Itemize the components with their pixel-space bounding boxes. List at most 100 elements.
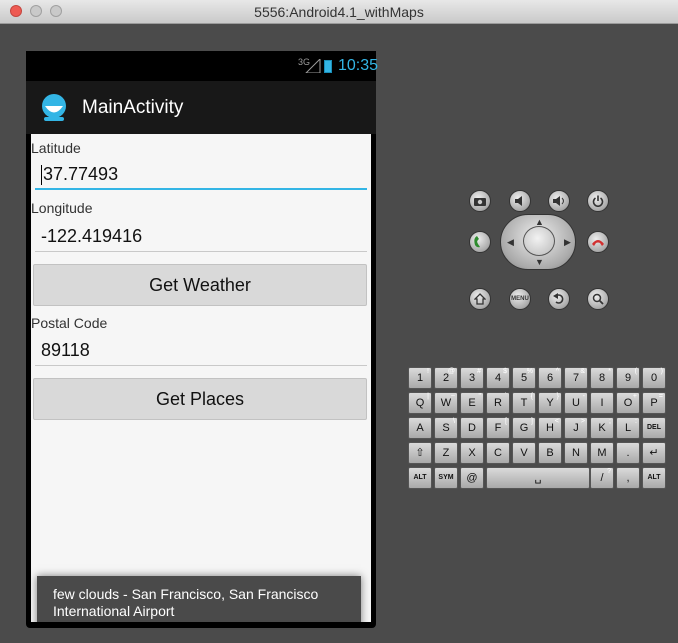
key-label: Y	[546, 397, 554, 409]
key-row4-8[interactable]: .	[616, 442, 640, 464]
key-sym[interactable]: SYM	[434, 467, 458, 489]
key-row2-1[interactable]: W ~	[434, 392, 458, 414]
key-row4-7[interactable]: M	[590, 442, 614, 464]
volume-up-icon	[553, 196, 564, 206]
key-alt-label: <	[554, 418, 559, 425]
key-label: R	[494, 397, 502, 409]
key-space[interactable]: ␣	[486, 467, 590, 489]
key-row3-0[interactable]: A	[408, 417, 432, 439]
key-label: Z	[442, 447, 450, 459]
key-alt-label: &	[580, 368, 585, 375]
volume-down-icon	[515, 196, 522, 206]
key-row4-5[interactable]: B	[538, 442, 562, 464]
key-row1-0[interactable]: 1!	[408, 367, 432, 389]
key-row2-8[interactable]: O +	[616, 392, 640, 414]
latitude-field[interactable]: 37.77493	[35, 160, 367, 190]
key-row2-4[interactable]: T{	[512, 392, 536, 414]
key-row1-9[interactable]: 0)	[642, 367, 666, 389]
key-row2-5[interactable]: Y}	[538, 392, 562, 414]
key-row2-7[interactable]: I	[590, 392, 614, 414]
back-button[interactable]	[548, 288, 570, 310]
key-label: T	[520, 397, 528, 409]
key-row1-7[interactable]: 8 *	[590, 367, 614, 389]
key-alt-label: $	[503, 368, 507, 375]
key-alt-right[interactable]: ALT	[642, 467, 666, 489]
dpad-center-button[interactable]	[523, 226, 555, 256]
key-label: A	[416, 422, 424, 434]
key-alt-label: {	[530, 393, 533, 400]
key-label: 0	[650, 372, 658, 384]
window-titlebar: 5556:Android4.1_withMaps	[0, 0, 678, 24]
key-row4-9[interactable]: ↵	[642, 442, 666, 464]
get-places-button[interactable]: Get Places	[33, 378, 367, 420]
key-alt-label: \	[453, 418, 455, 425]
postal-code-field[interactable]: 89118	[35, 336, 367, 366]
key-label: ALT	[647, 474, 661, 481]
key-label: ⇧	[415, 447, 425, 459]
key-row1-5[interactable]: 6 ^	[538, 367, 562, 389]
window-title: 5556:Android4.1_withMaps	[254, 4, 424, 20]
key-row1-6[interactable]: 7 &	[564, 367, 588, 389]
key-alt-label: -	[582, 393, 585, 400]
dpad-left-icon[interactable]: ◀	[507, 237, 514, 248]
menu-button[interactable]: MENU	[509, 288, 531, 310]
dpad-right-icon[interactable]: ▶	[564, 237, 571, 248]
key-row3-1[interactable]: S \	[434, 417, 458, 439]
key-label: DEL	[647, 424, 661, 431]
key-row3-2[interactable]: D	[460, 417, 484, 439]
key-row4-1[interactable]: Z	[434, 442, 458, 464]
key-row3-8[interactable]: L:	[616, 417, 640, 439]
key-row4-0[interactable]: ⇧	[408, 442, 432, 464]
key-label: E	[468, 397, 476, 409]
key-row2-6[interactable]: U-	[564, 392, 588, 414]
volume-down-button[interactable]	[509, 190, 531, 212]
back-icon	[553, 293, 564, 304]
key-row4-4[interactable]: V	[512, 442, 536, 464]
volume-up-button[interactable]	[548, 190, 570, 212]
key-row4-3[interactable]: C	[486, 442, 510, 464]
home-button[interactable]	[469, 288, 491, 310]
key-alt-label: ;	[609, 418, 611, 425]
key-label: O	[623, 397, 633, 409]
key-alt-label: `	[504, 393, 507, 400]
key-alt-label: *	[608, 368, 611, 375]
key-alt-left[interactable]: ALT	[408, 467, 432, 489]
get-weather-button[interactable]: Get Weather	[33, 264, 367, 306]
key-row3-5[interactable]: H <	[538, 417, 562, 439]
power-button[interactable]	[587, 190, 609, 212]
key-row1-3[interactable]: 4 $	[486, 367, 510, 389]
key-row2-0[interactable]: Q |	[408, 392, 432, 414]
key-row3-6[interactable]: J >	[564, 417, 588, 439]
key-row1-8[interactable]: 9(	[616, 367, 640, 389]
end-call-button[interactable]	[587, 231, 609, 253]
dpad-down-icon[interactable]: ▼	[535, 257, 544, 267]
longitude-field[interactable]: -122.419416	[35, 222, 367, 252]
key-row2-2[interactable]: E "	[460, 392, 484, 414]
key-comma[interactable]: ,	[616, 467, 640, 489]
key-row4-2[interactable]: X	[460, 442, 484, 464]
search-button[interactable]	[587, 288, 609, 310]
key-label: L	[624, 422, 632, 434]
status-bar: 3G 10:35	[26, 51, 378, 81]
key-at[interactable]: @	[460, 467, 484, 489]
key-row3-9[interactable]: DEL	[642, 417, 666, 439]
key-label: /	[600, 472, 604, 484]
latitude-value: 37.77493	[43, 164, 119, 184]
key-row2-3[interactable]: R `	[486, 392, 510, 414]
camera-button[interactable]	[469, 190, 491, 212]
key-row3-4[interactable]: G]	[512, 417, 536, 439]
key-alt-label: [	[505, 418, 507, 425]
key-row3-3[interactable]: F[	[486, 417, 510, 439]
key-label: H	[546, 422, 554, 434]
key-row1-4[interactable]: 5%	[512, 367, 536, 389]
key-row2-9[interactable]: P =	[642, 392, 666, 414]
key-row1-2[interactable]: 3 #	[460, 367, 484, 389]
call-button[interactable]	[469, 231, 491, 253]
key-row4-6[interactable]: N	[564, 442, 588, 464]
key-alt-label: ~	[450, 393, 455, 400]
key-row3-7[interactable]: K;	[590, 417, 614, 439]
key-label: ,	[626, 472, 630, 484]
key-row1-1[interactable]: 2 @	[434, 367, 458, 389]
key-slash[interactable]: /?	[590, 467, 614, 489]
camera-icon	[474, 198, 486, 206]
